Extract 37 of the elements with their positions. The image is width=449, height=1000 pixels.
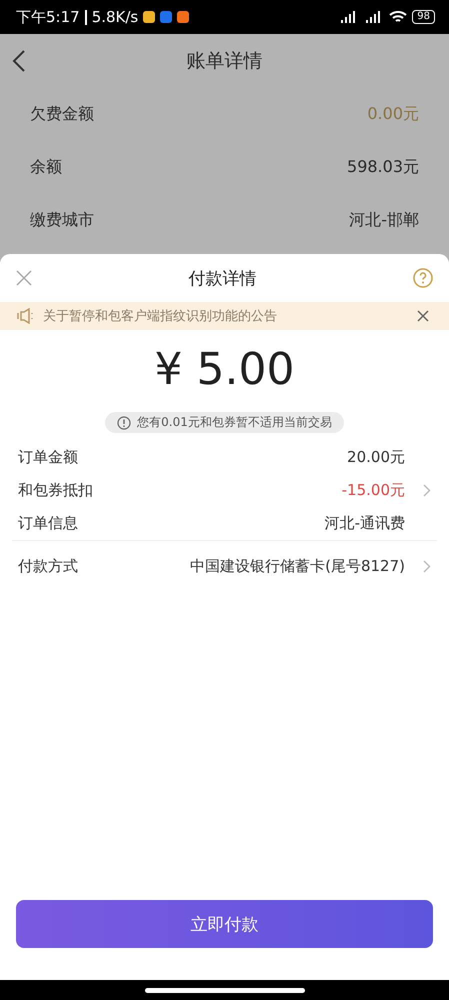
row-label: 缴费城市: [30, 210, 94, 231]
close-icon[interactable]: [417, 310, 429, 322]
row-label: 订单金额: [18, 448, 78, 467]
row-value: 0.00元: [367, 104, 419, 125]
tip-text: 您有0.01元和包券暂不适用当前交易: [137, 414, 332, 431]
help-icon[interactable]: [413, 268, 433, 288]
notice-text: 关于暂停和包客户端指纹识别功能的公告: [43, 308, 278, 325]
app-icon: [160, 11, 172, 23]
row-label: 余额: [30, 157, 62, 178]
speaker-icon: [17, 308, 35, 324]
row-label: 欠费金额: [30, 104, 94, 125]
notice-bar[interactable]: 关于暂停和包客户端指纹识别功能的公告: [0, 302, 449, 330]
chevron-icon[interactable]: [423, 484, 431, 497]
row-label: 和包券抵扣: [18, 481, 93, 500]
wifi-icon: [389, 10, 408, 24]
row-value: 20.00元: [347, 448, 405, 467]
page-title: 账单详情: [186, 49, 262, 74]
back-icon[interactable]: [12, 49, 26, 73]
sheet-title: 付款详情: [188, 268, 256, 290]
row-value[interactable]: 中国建设银行储蓄卡(尾号8127): [190, 556, 405, 576]
row-value: 598.03元: [347, 157, 419, 178]
row-label: 付款方式: [18, 556, 78, 576]
battery-icon: 98: [412, 10, 435, 24]
row-value: -15.00元: [342, 481, 405, 500]
home-indicator[interactable]: [144, 988, 304, 992]
row-label: 订单信息: [18, 514, 78, 533]
status-time: 下午5:17: [16, 8, 80, 26]
row-value: 河北-邯郸: [349, 210, 419, 231]
close-icon[interactable]: [16, 270, 32, 286]
info-icon: [117, 416, 132, 430]
chevron-icon[interactable]: [423, 560, 431, 572]
app-icon: [177, 11, 190, 23]
payment-amount: ¥ 5.00: [154, 343, 296, 397]
row-value: 河北-通讯费: [324, 514, 405, 533]
pay-now-button[interactable]: 立即付款: [16, 900, 433, 948]
app-icon: [143, 11, 156, 23]
network-speed: 5.8K/s: [84, 10, 138, 24]
